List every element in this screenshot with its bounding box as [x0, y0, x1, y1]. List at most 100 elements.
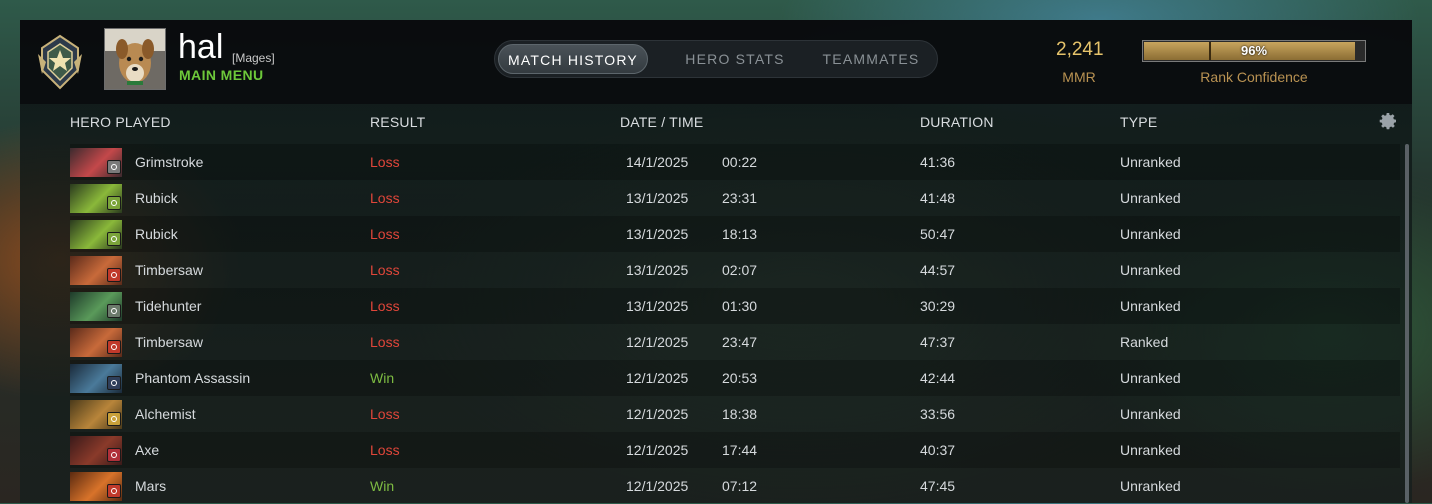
match-result: Win: [370, 370, 395, 386]
match-type: Unranked: [1120, 442, 1181, 458]
match-result: Loss: [370, 442, 400, 458]
match-date: 14/1/2025: [626, 154, 689, 170]
hero-facet-icon: [107, 448, 121, 462]
hero-facet-icon: [107, 304, 121, 318]
hero-name: Axe: [135, 442, 160, 458]
mmr-label: MMR: [1062, 69, 1096, 85]
hero-facet-icon: [107, 232, 121, 246]
hero-name: Timbersaw: [135, 262, 203, 278]
gear-icon[interactable]: [1378, 111, 1398, 131]
match-time: 23:31: [722, 190, 758, 206]
match-duration: 33:56: [920, 406, 956, 422]
tab-hero-stats[interactable]: HERO STATS: [670, 41, 800, 77]
match-date: 12/1/2025: [626, 370, 689, 386]
match-time: 02:07: [722, 262, 758, 278]
match-result: Loss: [370, 298, 400, 314]
match-type: Unranked: [1120, 262, 1181, 278]
match-type: Unranked: [1120, 478, 1181, 494]
rank-confidence-bar: 96%: [1142, 40, 1366, 62]
match-date: 12/1/2025: [626, 442, 689, 458]
match-list: Grimstroke Loss 14/1/2025 00:22 41:36 Unranke…: [70, 144, 1400, 504]
hero-facet-icon: [107, 268, 121, 282]
match-time: 18:38: [722, 406, 758, 422]
column-header-hero[interactable]: HERO PLAYED: [70, 114, 171, 130]
match-time: 00:22: [722, 154, 758, 170]
tab-match-history[interactable]: MATCH HISTORY: [498, 44, 648, 74]
scrollbar[interactable]: [1405, 144, 1409, 503]
view-tabs: MATCH HISTORY HERO STATS TEAMMATES: [494, 40, 938, 78]
user-avatar[interactable]: [104, 28, 166, 90]
match-duration: 47:37: [920, 334, 956, 350]
column-header-datetime[interactable]: DATE / TIME: [620, 114, 703, 130]
match-type: Unranked: [1120, 226, 1181, 242]
match-type: Unranked: [1120, 406, 1181, 422]
match-row[interactable]: Axe Loss 12/1/2025 17:44 40:37 Unranked: [70, 432, 1400, 468]
match-result: Loss: [370, 406, 400, 422]
hero-facet-icon: [107, 412, 121, 426]
hero-name: Timbersaw: [135, 334, 203, 350]
match-type: Unranked: [1120, 298, 1181, 314]
column-header-result[interactable]: RESULT: [370, 114, 425, 130]
match-date: 13/1/2025: [626, 190, 689, 206]
match-row[interactable]: Timbersaw Loss 13/1/2025 02:07 44:57 Unranked: [70, 252, 1400, 288]
guild-tag: [Mages]: [232, 51, 275, 65]
match-time: 17:44: [722, 442, 758, 458]
dog-avatar-icon: [105, 29, 165, 89]
match-duration: 47:45: [920, 478, 956, 494]
match-duration: 44:57: [920, 262, 956, 278]
match-duration: 50:47: [920, 226, 956, 242]
match-type: Unranked: [1120, 190, 1181, 206]
hero-facet-icon: [107, 196, 121, 210]
hero-name: Grimstroke: [135, 154, 204, 170]
hero-name: Phantom Assassin: [135, 370, 251, 386]
hero-facet-icon: [107, 376, 121, 390]
match-date: 13/1/2025: [626, 262, 689, 278]
rank-confidence-label: Rank Confidence: [1200, 69, 1308, 85]
hero-facet-icon: [107, 160, 121, 174]
match-time: 01:30: [722, 298, 758, 314]
match-row[interactable]: Grimstroke Loss 14/1/2025 00:22 41:36 Unranke…: [70, 144, 1400, 180]
match-date: 12/1/2025: [626, 334, 689, 350]
match-duration: 42:44: [920, 370, 956, 386]
match-type: Unranked: [1120, 370, 1181, 386]
match-date: 12/1/2025: [626, 406, 689, 422]
match-duration: 41:36: [920, 154, 956, 170]
rank-medal-icon: [38, 34, 82, 90]
match-duration: 30:29: [920, 298, 956, 314]
match-result: Loss: [370, 190, 400, 206]
match-duration: 41:48: [920, 190, 956, 206]
match-time: 18:13: [722, 226, 758, 242]
match-row[interactable]: Rubick Loss 13/1/2025 23:31 41:48 Unranked: [70, 180, 1400, 216]
profile-header: hal [Mages] MAIN MENU MATCH HISTORY HERO…: [20, 20, 1412, 104]
match-row[interactable]: Timbersaw Loss 12/1/2025 23:47 47:37 Ranked: [70, 324, 1400, 360]
match-row[interactable]: Phantom Assassin Win 12/1/2025 20:53 42:44 Un…: [70, 360, 1400, 396]
column-header-duration[interactable]: DURATION: [920, 114, 994, 130]
hero-facet-icon: [107, 484, 121, 498]
hero-name: Tidehunter: [135, 298, 202, 314]
match-result: Win: [370, 478, 395, 494]
main-menu-link[interactable]: MAIN MENU: [179, 67, 263, 83]
match-row[interactable]: Mars Win 12/1/2025 07:12 47:45 Unranked: [70, 468, 1400, 504]
tab-teammates[interactable]: TEAMMATES: [810, 41, 932, 77]
match-time: 20:53: [722, 370, 758, 386]
match-result: Loss: [370, 226, 400, 242]
hero-name: Rubick: [135, 226, 178, 242]
match-date: 13/1/2025: [626, 226, 689, 242]
hero-name: Mars: [135, 478, 167, 494]
mmr-value: 2,241: [1056, 39, 1104, 60]
match-type: Unranked: [1120, 154, 1181, 170]
match-row[interactable]: Rubick Loss 13/1/2025 18:13 50:47 Unranked: [70, 216, 1400, 252]
match-duration: 40:37: [920, 442, 956, 458]
match-time: 23:47: [722, 334, 758, 350]
match-result: Loss: [370, 262, 400, 278]
match-history-panel: hal [Mages] MAIN MENU MATCH HISTORY HERO…: [20, 20, 1412, 503]
rank-confidence-value: 96%: [1240, 43, 1268, 58]
match-date: 12/1/2025: [626, 478, 689, 494]
match-date: 13/1/2025: [626, 298, 689, 314]
match-row[interactable]: Tidehunter Loss 13/1/2025 01:30 30:29 Unranke…: [70, 288, 1400, 324]
match-row[interactable]: Alchemist Loss 12/1/2025 18:38 33:56 Unranked: [70, 396, 1400, 432]
match-time: 07:12: [722, 478, 758, 494]
column-header-type[interactable]: TYPE: [1120, 114, 1157, 130]
username: hal: [178, 28, 224, 66]
match-result: Loss: [370, 154, 400, 170]
